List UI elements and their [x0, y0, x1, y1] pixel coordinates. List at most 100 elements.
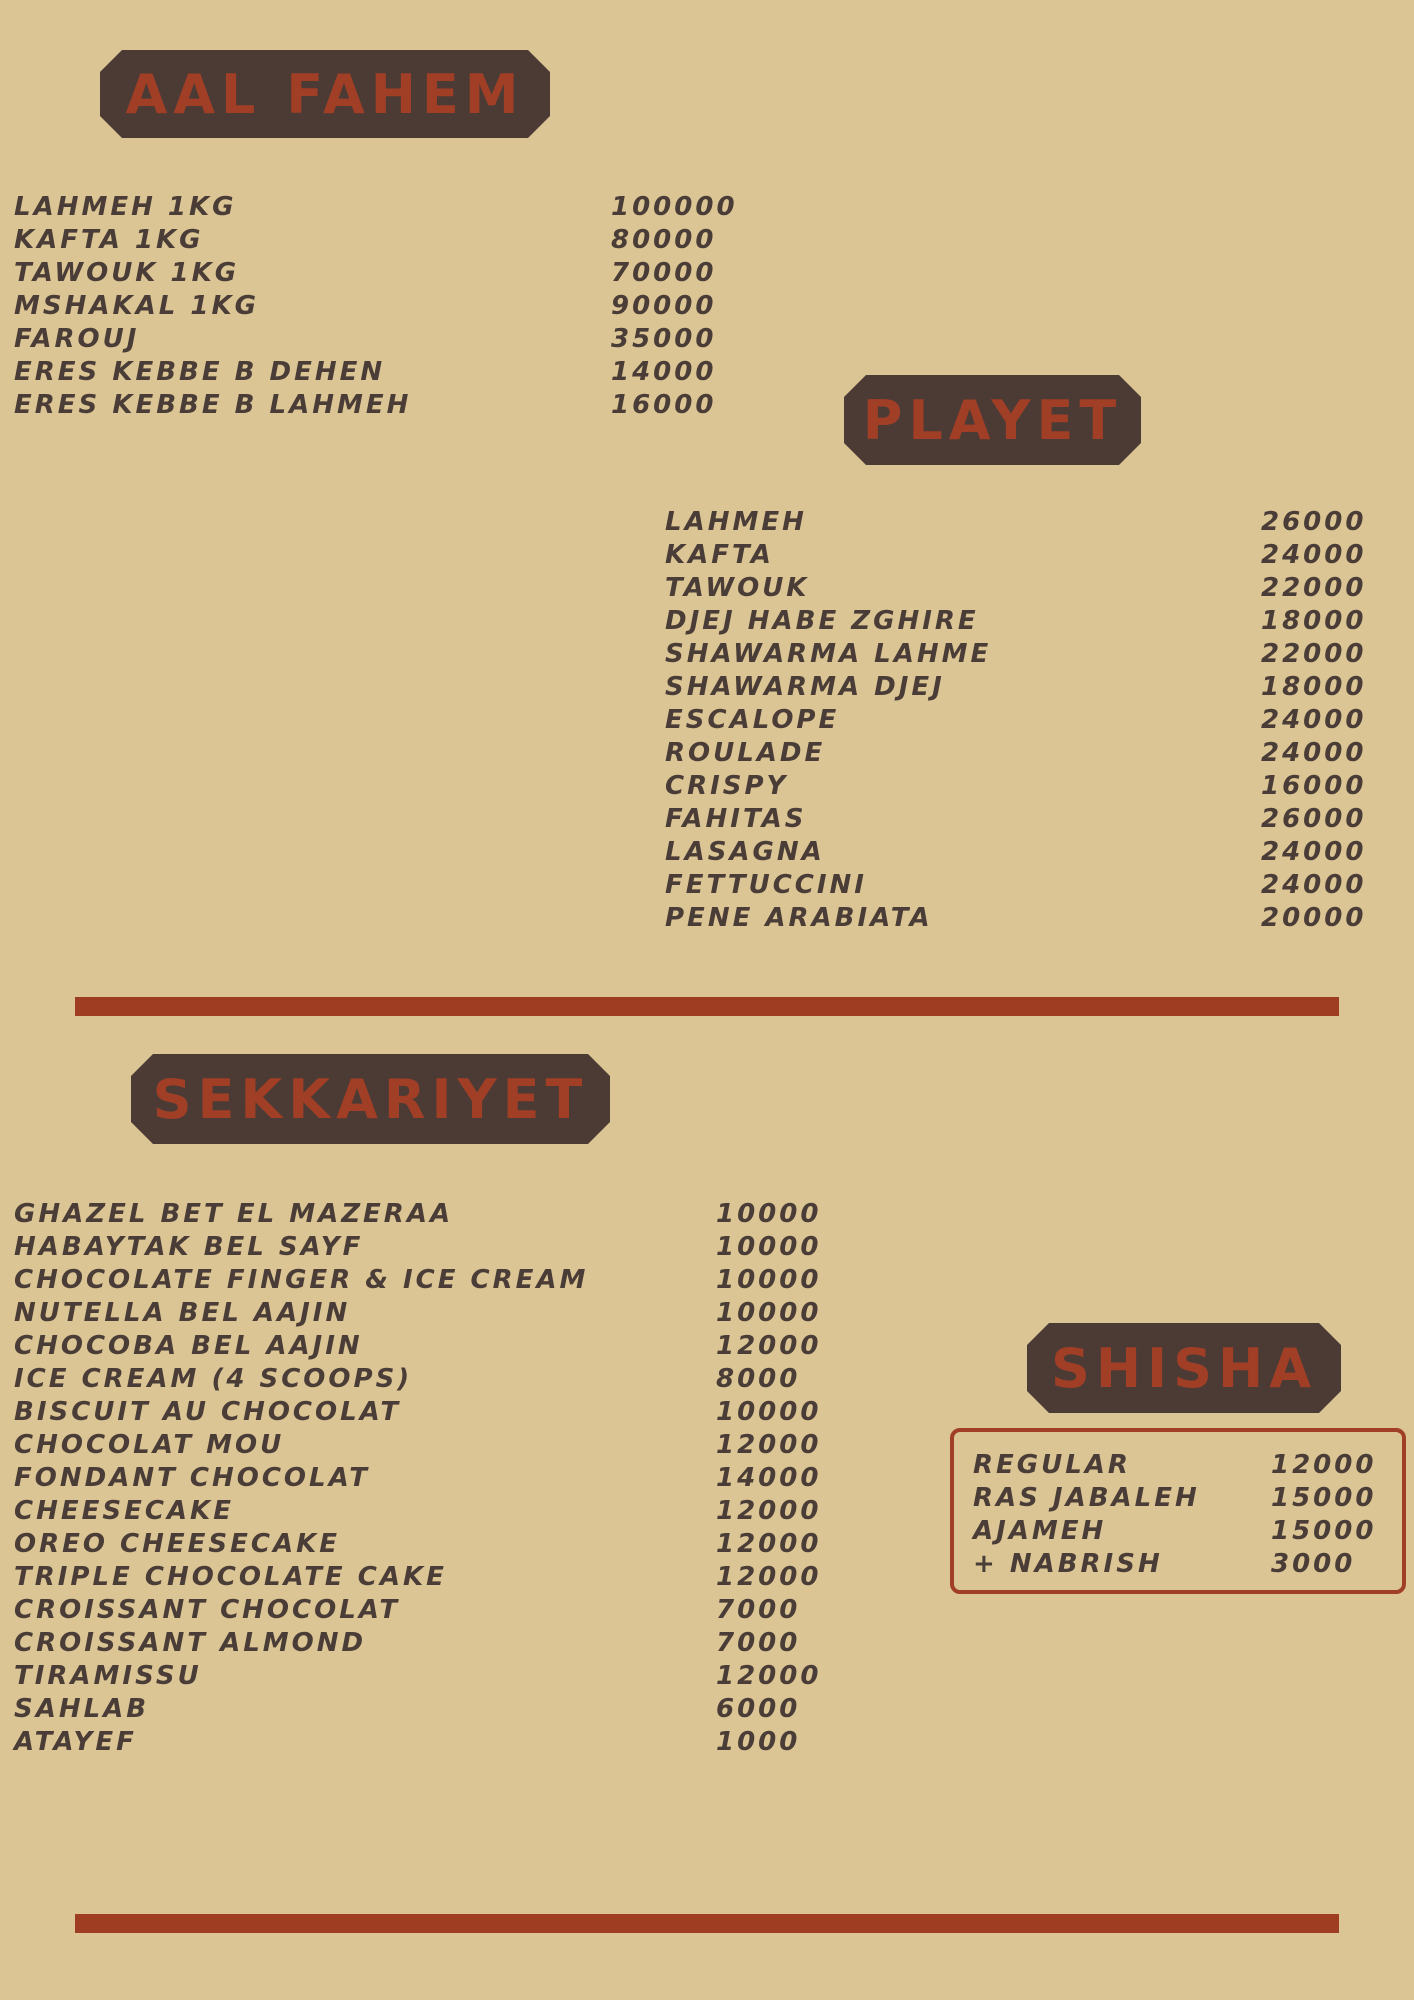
menu-item-price: 22000: [1261, 639, 1367, 669]
menu-item-price: 12000: [716, 1529, 822, 1559]
menu-item-name: SAHLAB: [14, 1694, 150, 1724]
menu-item-price: 10000: [716, 1298, 822, 1328]
menu-item-price: 10000: [716, 1397, 822, 1427]
menu-item: ATAYEF 1000: [14, 1726, 874, 1759]
menu-item-name: CHOCOLATE FINGER & ICE CREAM: [14, 1265, 589, 1295]
section-title-shisha: SHISHA: [1027, 1323, 1341, 1413]
menu-item: OREO CHEESECAKE 12000: [14, 1528, 874, 1561]
menu-item-name: SHAWARMA DJEJ: [665, 672, 945, 702]
menu-item-name: CROISSANT ALMOND: [14, 1628, 367, 1658]
menu-item-price: 80000: [611, 225, 717, 255]
menu-item-price: 10000: [716, 1199, 822, 1229]
menu-item-price: 24000: [1261, 870, 1367, 900]
section-divider: [75, 997, 1339, 1016]
menu-item: LASAGNA 24000: [665, 836, 1385, 869]
menu-item-name: KAFTA 1KG: [14, 225, 204, 255]
menu-item-price: 90000: [611, 291, 717, 321]
menu-item-price: 12000: [716, 1562, 822, 1592]
menu-item-name: ESCALOPE: [665, 705, 840, 735]
section-title-aal-fahem: AAL FAHEM: [100, 50, 550, 138]
menu-item-name: KAFTA: [665, 540, 774, 570]
menu-item-name: REGULAR: [973, 1450, 1131, 1480]
menu-item-name: CROISSANT CHOCOLAT: [14, 1595, 401, 1625]
menu-item-name: NUTELLA BEL AAJIN: [14, 1298, 351, 1328]
menu-item: AJAMEH 15000: [973, 1515, 1393, 1548]
section-title-playet: PLAYET: [844, 375, 1141, 465]
section-title-text: AAL FAHEM: [125, 62, 525, 126]
menu-item-name: SHAWARMA LAHME: [665, 639, 992, 669]
menu-item-name: MSHAKAL 1KG: [14, 291, 259, 321]
menu-item: KAFTA 1KG 80000: [14, 224, 734, 257]
menu-item-name: CHOCOLAT MOU: [14, 1430, 285, 1460]
menu-item-name: TRIPLE CHOCOLATE CAKE: [14, 1562, 447, 1592]
menu-item-name: LAHMEH 1KG: [14, 192, 237, 222]
menu-item: + NABRISH 3000: [973, 1548, 1393, 1581]
menu-item-name: RAS JABALEH: [973, 1483, 1200, 1513]
menu-item-price: 12000: [1271, 1450, 1377, 1480]
menu-item-name: FETTUCCINI: [665, 870, 867, 900]
section-title-sekkariyet: SEKKARIYET: [131, 1054, 610, 1144]
menu-item-price: 24000: [1261, 738, 1367, 768]
menu-item: CROISSANT ALMOND 7000: [14, 1627, 874, 1660]
menu-item: HABAYTAK BEL SAYF 10000: [14, 1231, 874, 1264]
menu-list-aal-fahem: LAHMEH 1KG 100000 KAFTA 1KG 80000 TAWOUK 1…: [14, 191, 735, 422]
menu-item: TAWOUK 1KG 70000: [14, 257, 734, 290]
menu-list-playet: LAHMEH 26000 KAFTA 24000 TAWOUK 22000 DJEJ …: [665, 506, 1385, 935]
menu-item-price: 22000: [1261, 573, 1367, 603]
menu-item-price: 3000: [1271, 1549, 1356, 1579]
menu-item-name: DJEJ HABE ZGHIRE: [665, 606, 979, 636]
menu-item: LAHMEH 1KG 100000: [14, 191, 735, 224]
menu-item: PENE ARABIATA 20000: [665, 902, 1385, 935]
menu-item-name: LASAGNA: [665, 837, 825, 867]
menu-item: BISCUIT AU CHOCOLAT 10000: [14, 1396, 874, 1429]
menu-item: TRIPLE CHOCOLATE CAKE 12000: [14, 1561, 874, 1594]
menu-item-price: 14000: [716, 1463, 822, 1493]
menu-item: MSHAKAL 1KG 90000: [14, 290, 734, 323]
menu-item-price: 24000: [1261, 705, 1367, 735]
menu-item: DJEJ HABE ZGHIRE 18000: [665, 605, 1385, 638]
menu-item-price: 10000: [716, 1265, 822, 1295]
menu-item: FETTUCCINI 24000: [665, 869, 1385, 902]
menu-item-name: ERES KEBBE B DEHEN: [14, 357, 386, 387]
menu-item: REGULAR 12000: [973, 1449, 1393, 1482]
menu-item: NUTELLA BEL AAJIN 10000: [14, 1297, 874, 1330]
menu-list-sekkariyet: GHAZEL BET EL MAZERAA 10000 HABAYTAK BEL …: [14, 1198, 874, 1759]
menu-item-price: 100000: [611, 192, 738, 222]
menu-item-name: TAWOUK: [665, 573, 810, 603]
menu-item-name: AJAMEH: [973, 1516, 1107, 1546]
menu-item: TIRAMISSU 12000: [14, 1660, 874, 1693]
menu-item-name: TIRAMISSU: [14, 1661, 202, 1691]
menu-item-price: 16000: [611, 390, 717, 420]
menu-item: KAFTA 24000: [665, 539, 1385, 572]
menu-item-price: 18000: [1261, 606, 1367, 636]
menu-item: FAHITAS 26000: [665, 803, 1385, 836]
menu-item: SHAWARMA LAHME 22000: [665, 638, 1385, 671]
menu-item-name: BISCUIT AU CHOCOLAT: [14, 1397, 402, 1427]
menu-item: CHEESECAKE 12000: [14, 1495, 874, 1528]
menu-item-name: ERES KEBBE B LAHMEH: [14, 390, 412, 420]
menu-item-price: 1000: [716, 1727, 801, 1757]
menu-item-price: 12000: [716, 1661, 822, 1691]
section-title-text: SHISHA: [1050, 1336, 1318, 1400]
section-title-text: SEKKARIYET: [152, 1067, 589, 1131]
menu-item: FAROUJ 35000: [14, 323, 734, 356]
menu-item: ERES KEBBE B LAHMEH 16000: [14, 389, 734, 422]
menu-item-name: FAHITAS: [665, 804, 807, 834]
menu-item-price: 10000: [716, 1232, 822, 1262]
menu-item-name: + NABRISH: [973, 1549, 1163, 1579]
menu-item-name: LAHMEH: [665, 507, 807, 537]
menu-item-name: FONDANT CHOCOLAT: [14, 1463, 370, 1493]
menu-item-price: 12000: [716, 1331, 822, 1361]
menu-item: RAS JABALEH 15000: [973, 1482, 1393, 1515]
menu-item-name: ROULADE: [665, 738, 826, 768]
menu-item: CROISSANT CHOCOLAT 7000: [14, 1594, 874, 1627]
menu-item-price: 16000: [1261, 771, 1367, 801]
menu-item-name: OREO CHEESECAKE: [14, 1529, 340, 1559]
menu-item-name: ATAYEF: [14, 1727, 137, 1757]
menu-list-shisha: REGULAR 12000 RAS JABALEH 15000 AJAMEH 1500…: [973, 1449, 1393, 1581]
menu-item-price: 7000: [716, 1628, 801, 1658]
menu-item-name: FAROUJ: [14, 324, 140, 354]
menu-item-price: 15000: [1271, 1483, 1377, 1513]
menu-item-price: 26000: [1261, 507, 1367, 537]
section-title-text: PLAYET: [862, 388, 1123, 452]
